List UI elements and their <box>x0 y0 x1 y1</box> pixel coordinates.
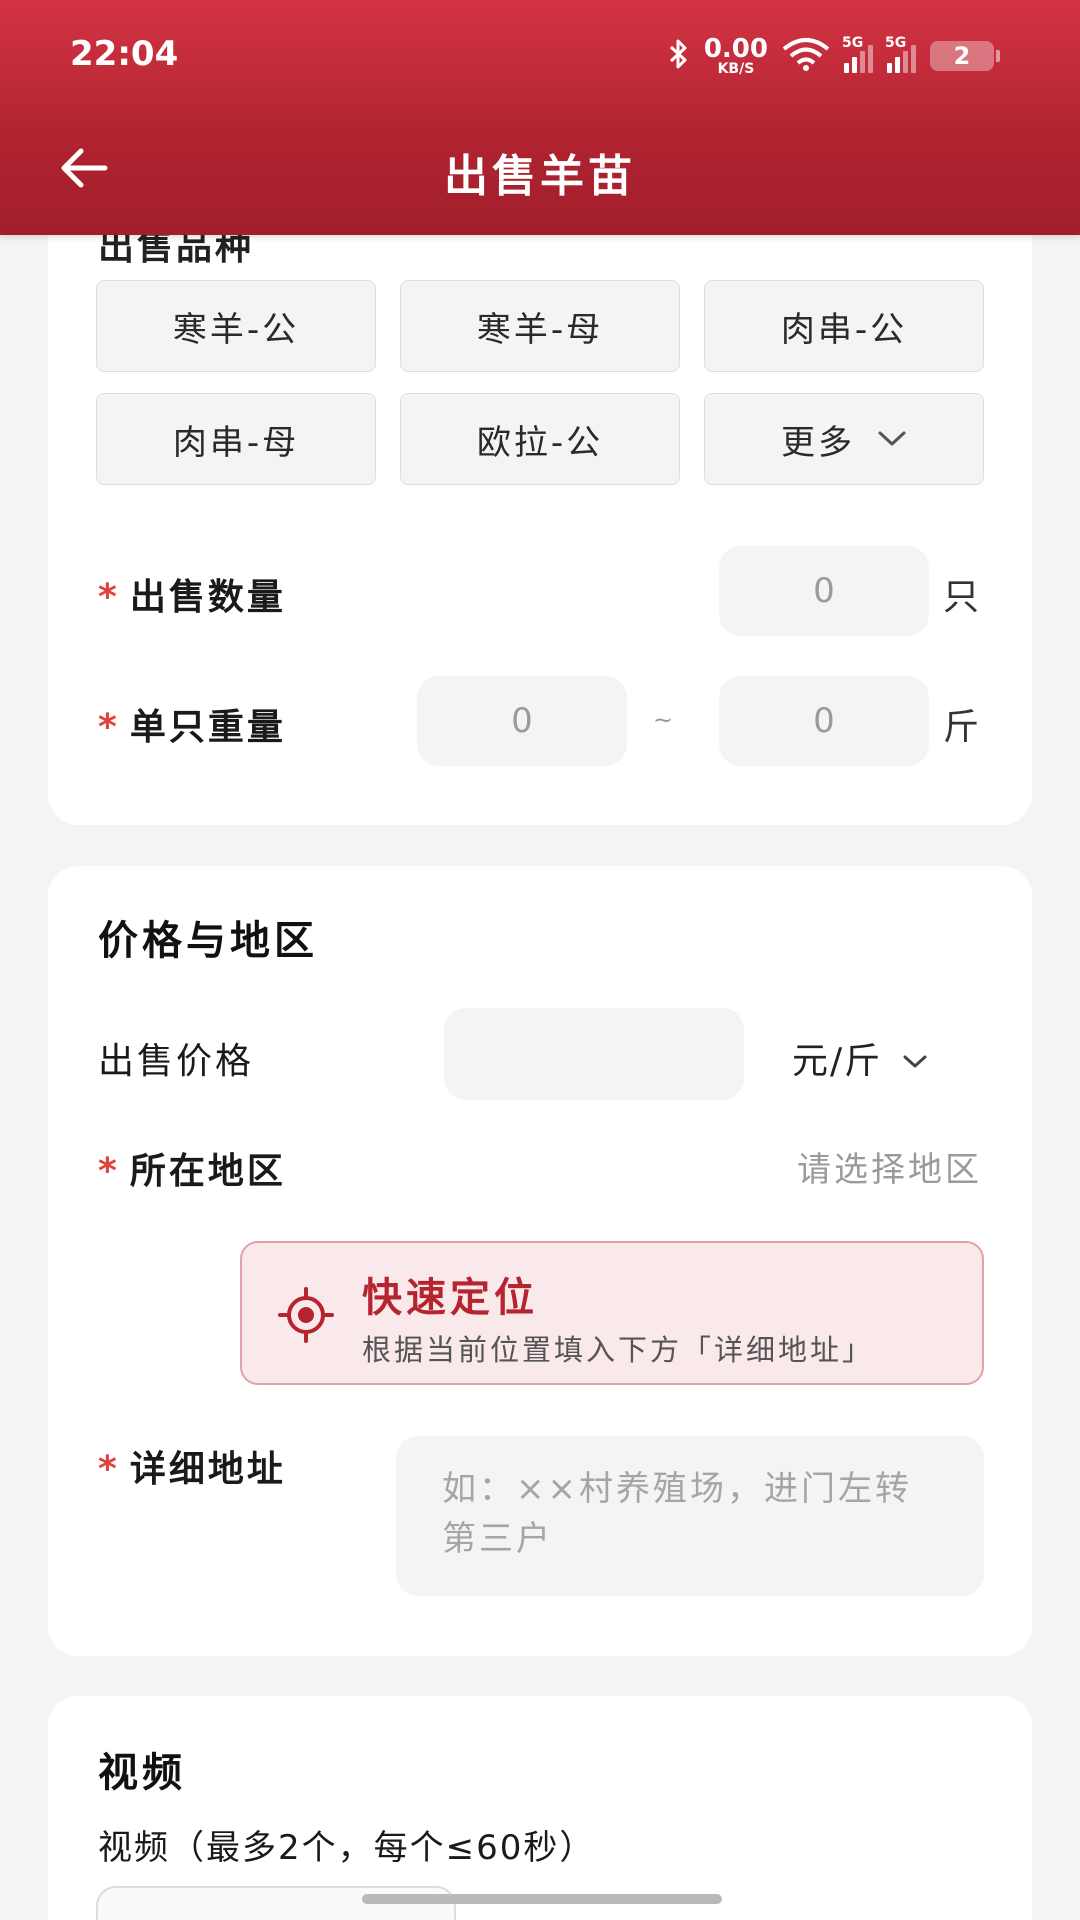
price-region-title: 价格与地区 <box>98 918 318 964</box>
quick-locate-description: 根据当前位置填入下方「详细地址」 <box>362 1333 875 1367</box>
weight-max-input[interactable]: 0 <box>719 676 929 766</box>
home-indicator[interactable] <box>362 1894 722 1904</box>
breed-chip-rouchuan-male[interactable]: 肉串-公 <box>704 280 984 372</box>
weight-label: * 单只重量 <box>98 707 286 748</box>
address-input[interactable] <box>442 1464 938 1568</box>
weight-unit: 斤 <box>943 707 980 748</box>
breed-chip-oula-male[interactable]: 欧拉-公 <box>400 393 680 485</box>
price-input[interactable] <box>444 1008 744 1100</box>
quantity-unit: 只 <box>943 577 980 618</box>
page-title: 出售羊苗 <box>444 151 636 202</box>
breed-chip-hanyang-female[interactable]: 寒羊-母 <box>400 280 680 372</box>
address-input-container <box>396 1436 984 1596</box>
price-label: 出售价格 <box>98 1041 255 1082</box>
chevron-down-icon <box>877 430 907 448</box>
network-speed: 0.00 KB/S <box>703 34 768 77</box>
battery-icon: 2 <box>930 41 1000 71</box>
status-icons: 0.00 KB/S 5G 5G 2 <box>668 34 1000 77</box>
location-target-icon <box>278 1287 334 1347</box>
quick-locate-button[interactable]: 快速定位 根据当前位置填入下方「详细地址」 <box>240 1241 984 1385</box>
bluetooth-icon <box>668 38 690 74</box>
region-label: * 所在地区 <box>98 1151 286 1192</box>
quick-locate-title: 快速定位 <box>362 1275 538 1321</box>
video-subtitle: 视频（最多2个，每个≤60秒） <box>98 1828 596 1868</box>
wifi-icon <box>782 37 830 75</box>
app-header: 22:04 0.00 KB/S 5G 5G 2 出售羊苗 <box>0 0 1080 235</box>
breed-chip-hanyang-male[interactable]: 寒羊-公 <box>96 280 376 372</box>
quantity-label: * 出售数量 <box>98 577 286 618</box>
quantity-input[interactable]: 0 <box>719 546 929 636</box>
signal-icon-2: 5G <box>885 35 916 73</box>
region-select[interactable]: 请选择地区 <box>797 1142 982 1191</box>
breed-chip-rouchuan-female[interactable]: 肉串-母 <box>96 393 376 485</box>
video-title: 视频 <box>98 1750 186 1796</box>
weight-min-input[interactable]: 0 <box>417 676 627 766</box>
price-unit-select[interactable]: 元/斤 <box>792 1032 928 1084</box>
breed-more-button[interactable]: 更多 <box>704 393 984 485</box>
signal-icon: 5G <box>842 35 873 73</box>
address-label: * 详细地址 <box>98 1449 286 1490</box>
status-time: 22:04 <box>70 34 179 74</box>
weight-range-separator: ~ <box>653 706 674 734</box>
chevron-down-icon <box>902 1038 928 1079</box>
